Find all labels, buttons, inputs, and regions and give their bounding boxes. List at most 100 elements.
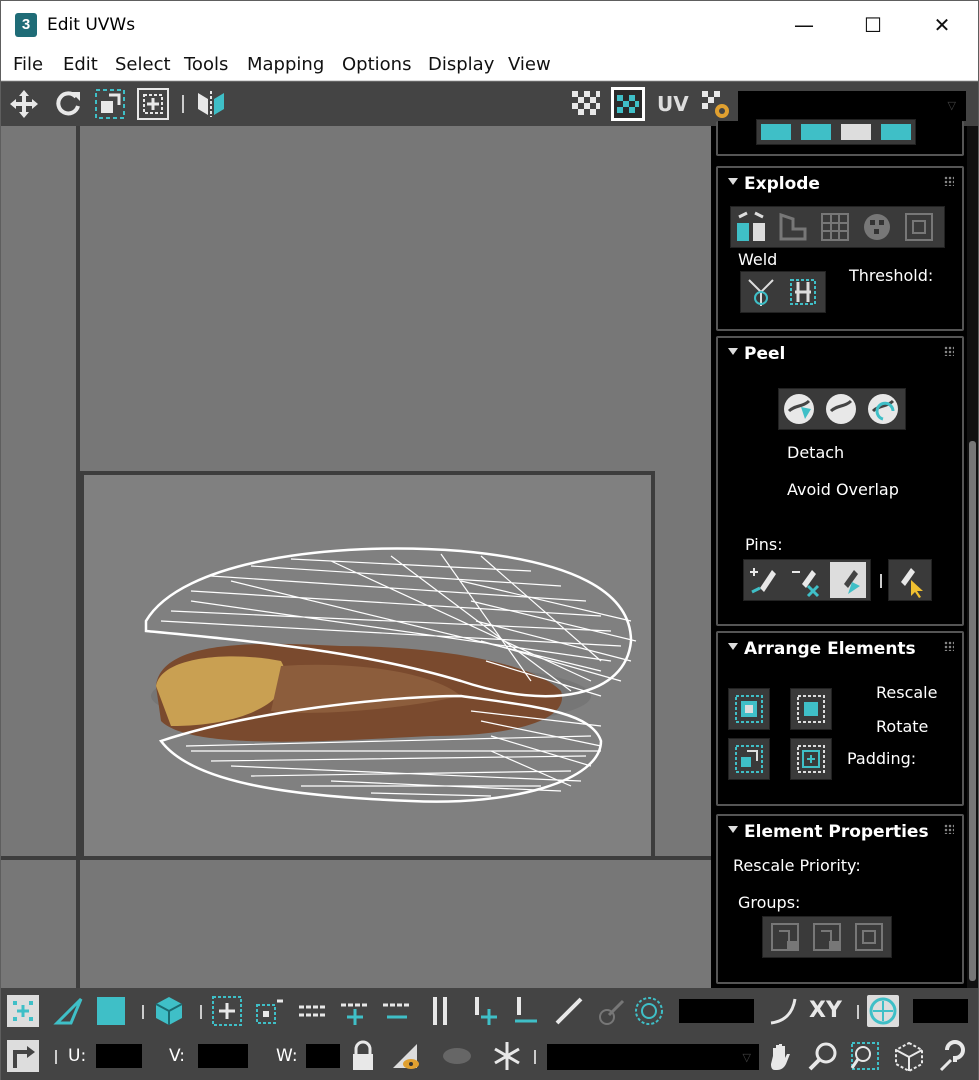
drag-grip-icon[interactable] (944, 641, 954, 651)
menu-file[interactable]: File (13, 54, 43, 75)
remove-pin-icon[interactable] (788, 562, 824, 598)
add-pin-icon[interactable] (746, 562, 782, 598)
menu-view[interactable]: View (508, 54, 551, 75)
explode-title[interactable]: Explode (744, 174, 820, 194)
freeform-icon[interactable] (136, 87, 170, 121)
menu-mapping[interactable]: Mapping (247, 54, 324, 75)
straighten-icon[interactable] (841, 124, 871, 140)
limit-value-field[interactable] (913, 999, 968, 1023)
checker-icon[interactable] (568, 87, 602, 121)
move-icon[interactable] (7, 87, 41, 121)
peel-title[interactable]: Peel (744, 344, 785, 364)
w-coordinate-field[interactable] (306, 1044, 340, 1068)
pack-together-button[interactable] (790, 688, 832, 730)
auto-pin-icon[interactable] (830, 562, 866, 598)
grow-selection-icon[interactable] (211, 995, 243, 1027)
ungroup-selected-icon[interactable] (809, 919, 845, 955)
arrange-elements-title[interactable]: Arrange Elements (744, 639, 916, 659)
target-weld-icon[interactable] (743, 274, 779, 310)
pack-rescale-button[interactable] (790, 738, 832, 780)
loop-shrink-icon[interactable] (381, 995, 413, 1027)
grid-explode-icon[interactable] (817, 209, 853, 245)
paint-select-icon[interactable] (553, 995, 585, 1027)
u-coordinate-field[interactable] (96, 1044, 142, 1068)
minimize-button[interactable]: — (770, 1, 838, 49)
settings-icon[interactable] (698, 87, 732, 121)
snowflake-icon[interactable] (491, 1040, 523, 1072)
peel-mode-icon[interactable] (823, 391, 859, 427)
menu-select[interactable]: Select (115, 54, 171, 75)
transform-type-icon[interactable] (7, 1040, 39, 1072)
falloff-type-icon[interactable] (767, 995, 799, 1027)
align-icon[interactable] (801, 124, 831, 140)
pan-hand-icon[interactable] (765, 1040, 797, 1072)
rotate-icon[interactable] (51, 87, 85, 121)
v-coordinate-field[interactable] (198, 1044, 248, 1068)
falloff-value-field[interactable] (679, 999, 754, 1023)
relax-icon[interactable] (881, 124, 911, 140)
hide-icon[interactable] (389, 1040, 421, 1072)
face-select-icon[interactable] (95, 995, 127, 1027)
reset-peel-icon[interactable] (865, 391, 901, 427)
pack-normalize-button[interactable] (728, 738, 770, 780)
drag-grip-icon[interactable] (944, 824, 954, 834)
edge-select-icon[interactable] (53, 995, 85, 1027)
quick-peel-icon[interactable] (781, 391, 817, 427)
soft-selection-icon[interactable] (633, 995, 665, 1027)
pack-custom-button[interactable] (728, 688, 770, 730)
modify-tools-section (716, 119, 964, 156)
weld-selected-icon[interactable] (785, 274, 821, 310)
ring-shrink-icon[interactable] (509, 995, 541, 1027)
help-icon[interactable] (937, 1040, 969, 1072)
limit-selection-icon[interactable] (867, 995, 899, 1027)
drag-grip-icon[interactable] (944, 346, 954, 356)
break-icon[interactable] (775, 209, 811, 245)
close-button[interactable]: ✕ (908, 1, 976, 49)
eye-icon[interactable] (441, 1040, 473, 1072)
element-properties-title[interactable]: Element Properties (744, 822, 929, 842)
group-selected-icon[interactable] (767, 919, 803, 955)
zoom-extents-icon[interactable] (893, 1040, 925, 1072)
paint-size-icon[interactable] (595, 995, 627, 1027)
ring-icon[interactable] (425, 995, 457, 1027)
texture-dropdown[interactable]: ▽ (738, 91, 966, 121)
toolbar-separator (857, 1005, 859, 1019)
scrollbar-thumb[interactable] (969, 441, 976, 981)
loop-grow-icon[interactable] (339, 995, 371, 1027)
maximize-button[interactable]: ☐ (839, 1, 907, 49)
sphere-icon[interactable] (859, 209, 895, 245)
select-pins-row (888, 559, 932, 601)
ring-grow-icon[interactable] (467, 995, 499, 1027)
shrink-selection-icon[interactable] (253, 995, 285, 1027)
collapse-triangle-icon[interactable] (728, 643, 738, 650)
menu-options[interactable]: Options (342, 54, 411, 75)
display-map-icon[interactable] (611, 87, 645, 121)
arrange-elements-section: Arrange Elements Rescale Rotate Padding: (716, 631, 964, 806)
collapse-triangle-icon[interactable] (728, 826, 738, 833)
explode-icon[interactable] (733, 209, 769, 245)
zoom-region-icon[interactable] (849, 1040, 881, 1072)
panel-scrollbar[interactable] (967, 126, 978, 988)
pack-normalize-icon (735, 745, 763, 773)
uv-icon[interactable]: UV (657, 92, 689, 116)
menu-display[interactable]: Display (428, 54, 494, 75)
menu-edit[interactable]: Edit (63, 54, 98, 75)
zoom-icon[interactable] (807, 1040, 839, 1072)
selection-set-dropdown[interactable]: ▽ (547, 1044, 759, 1070)
vertex-select-icon[interactable] (7, 995, 39, 1027)
menu-tools[interactable]: Tools (184, 54, 228, 75)
flatten-icon[interactable] (901, 209, 937, 245)
mirror-icon[interactable] (194, 87, 228, 121)
lock-icon[interactable] (347, 1040, 379, 1072)
xy-space-label[interactable]: XY (809, 998, 842, 1023)
select-group-icon[interactable] (851, 919, 887, 955)
stitch-icon[interactable] (761, 124, 791, 140)
collapse-triangle-icon[interactable] (728, 348, 738, 355)
element-select-icon[interactable] (153, 995, 185, 1027)
scale-icon[interactable] (93, 87, 127, 121)
select-pins-icon[interactable] (891, 562, 927, 598)
drag-grip-icon[interactable] (944, 176, 954, 186)
collapse-triangle-icon[interactable] (728, 178, 738, 185)
uv-editor-viewport[interactable] (1, 126, 711, 988)
loop-icon[interactable] (297, 995, 329, 1027)
